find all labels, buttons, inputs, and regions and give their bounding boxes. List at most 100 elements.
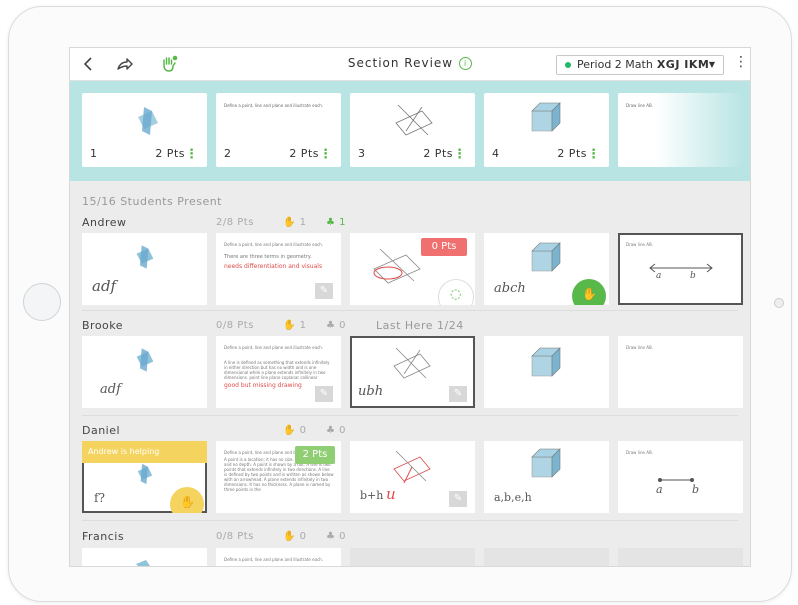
pen-icon[interactable]: ✎ (449, 491, 467, 507)
question-points: 2 Pts (289, 147, 319, 160)
handwritten-answer: b+h (360, 489, 384, 502)
question-points: 2 Pts (155, 147, 185, 160)
point-label: b (692, 483, 700, 496)
top-bar: Section Review i Period 2 Math XGJ IKM ▼ ⋮ (70, 48, 750, 81)
question-menu-icon[interactable]: ⋮ (453, 147, 466, 162)
planes-drawing (136, 348, 154, 372)
line-plane-drawing (393, 450, 431, 484)
pen-icon[interactable]: ✎ (315, 386, 333, 402)
home-button[interactable] (23, 283, 61, 321)
more-icon[interactable]: ⋮ (734, 54, 748, 70)
planes-drawing (136, 245, 154, 269)
cube-drawing (531, 242, 561, 272)
point-label: a (656, 271, 662, 281)
period-label: Period 2 Math (577, 58, 653, 71)
point-label: a (656, 483, 663, 496)
divider (82, 520, 738, 521)
helping-banner: Andrew is helping (82, 441, 207, 463)
strip-fade (655, 93, 750, 167)
student-points: 2/8 Pts (216, 217, 254, 228)
question-number: 4 (492, 147, 499, 160)
answer-card[interactable]: abch ✋ (484, 233, 609, 305)
student-name[interactable]: Andrew (82, 216, 127, 229)
raised-hand-icon[interactable]: ✋ (170, 487, 204, 513)
typed-answer: There are three terms in geometry. (224, 254, 312, 260)
hand-count: ✋ 0 (283, 425, 307, 436)
last-here: Last Here 1/24 (376, 319, 464, 332)
question-caption: Define a point, line and plane and illus… (224, 103, 324, 108)
planes-thumbnail (138, 107, 158, 135)
answer-card[interactable]: Draw line AB. a b (618, 233, 743, 305)
pen-icon[interactable]: ✎ (315, 283, 333, 299)
cube-thumbnail (531, 102, 561, 132)
answer-card[interactable] (82, 548, 207, 566)
period-selector[interactable]: Period 2 Math XGJ IKM ▼ (556, 55, 724, 75)
question-menu-icon[interactable]: ⋮ (185, 147, 198, 162)
handwritten-answer: f? (94, 491, 105, 505)
question-card[interactable]: 3 2 Pts ⋮ (350, 93, 475, 167)
answer-card[interactable]: Draw line AB. a b (618, 441, 743, 513)
question-card[interactable]: 1 2 Pts ⋮ (82, 93, 207, 167)
question-number: 1 (90, 147, 97, 160)
answer-card[interactable] (618, 548, 743, 566)
answer-card[interactable]: Draw line AB. (618, 336, 743, 408)
answer-card[interactable]: Andrew is helping f? ✋ (82, 441, 207, 513)
answer-card[interactable]: Define a point, line and plane and illus… (216, 233, 341, 305)
students-present: 15/16 Students Present (82, 195, 222, 208)
question-points: 2 Pts (557, 147, 587, 160)
answer-card[interactable] (350, 548, 475, 566)
handwritten-answer: adf (92, 277, 117, 295)
helping-count: ♣ 0 (326, 320, 347, 331)
pen-icon[interactable]: ✎ (449, 386, 467, 402)
points-badge: 0 Pts (421, 238, 467, 256)
camera (774, 298, 784, 308)
hand-count: ✋ 0 (283, 531, 307, 542)
app-screen: Section Review i Period 2 Math XGJ IKM ▼ ⋮… (69, 47, 751, 567)
planes-drawing (137, 463, 153, 485)
card-prompt: Define a point, line and plane and illus… (224, 242, 324, 247)
chevron-down-icon: ▼ (708, 60, 715, 69)
answer-card[interactable]: 0 Pts ◌ (350, 233, 475, 305)
question-menu-icon[interactable]: ⋮ (319, 147, 332, 162)
handwritten-answer: a,b,e,h (494, 491, 532, 504)
hand-count: ✋ 1 (283, 320, 307, 331)
card-prompt: Define a point, line and plane and illus… (224, 557, 324, 562)
answer-card[interactable]: ubh ✎ (350, 336, 475, 408)
divider (82, 415, 738, 416)
teacher-feedback: needs differentiation and visuals (224, 263, 323, 270)
teacher-mark: u (386, 485, 396, 503)
question-strip: 1 2 Pts ⋮ Define a point, line and plane… (70, 81, 750, 181)
answer-card[interactable]: a,b,e,h (484, 441, 609, 513)
answer-card[interactable]: Define a point, line and plane and illus… (216, 336, 341, 408)
answer-card[interactable] (484, 548, 609, 566)
cube-drawing (531, 448, 561, 478)
cube-drawing (531, 347, 561, 377)
question-number: 3 (358, 147, 365, 160)
answer-card[interactable] (484, 336, 609, 408)
student-name[interactable]: Brooke (82, 319, 123, 332)
hand-count: ✋ 1 (283, 217, 307, 228)
card-prompt: Define a point, line and plane and illus… (224, 345, 324, 350)
question-card[interactable]: 4 2 Pts ⋮ (484, 93, 609, 167)
question-number: 2 (224, 147, 231, 160)
answer-card[interactable]: b+h u ✎ (350, 441, 475, 513)
card-prompt: Draw line AB. (626, 242, 653, 247)
question-menu-icon[interactable]: ⋮ (587, 147, 600, 162)
answer-card[interactable]: adf (82, 336, 207, 408)
handwritten-answer: ubh (358, 384, 384, 399)
card-prompt: Draw line AB. (626, 450, 653, 455)
answer-card[interactable]: Define a point, line and plane and illus… (216, 548, 341, 566)
planes-drawing (136, 560, 150, 566)
student-points: 0/8 Pts (216, 531, 254, 542)
divider (82, 310, 738, 311)
student-name[interactable]: Francis (82, 530, 124, 543)
question-card[interactable]: Define a point, line and plane and illus… (216, 93, 341, 167)
answer-card[interactable]: Define a point, line and plane and illus… (216, 441, 341, 513)
point-label: b (690, 271, 696, 281)
raised-hand-icon[interactable]: ✋ (572, 279, 606, 305)
info-icon[interactable]: i (459, 57, 473, 70)
answer-card[interactable]: adf (82, 233, 207, 305)
student-points: 0/8 Pts (216, 320, 254, 331)
student-name[interactable]: Daniel (82, 424, 120, 437)
comment-icon[interactable]: ◌ (438, 279, 474, 305)
